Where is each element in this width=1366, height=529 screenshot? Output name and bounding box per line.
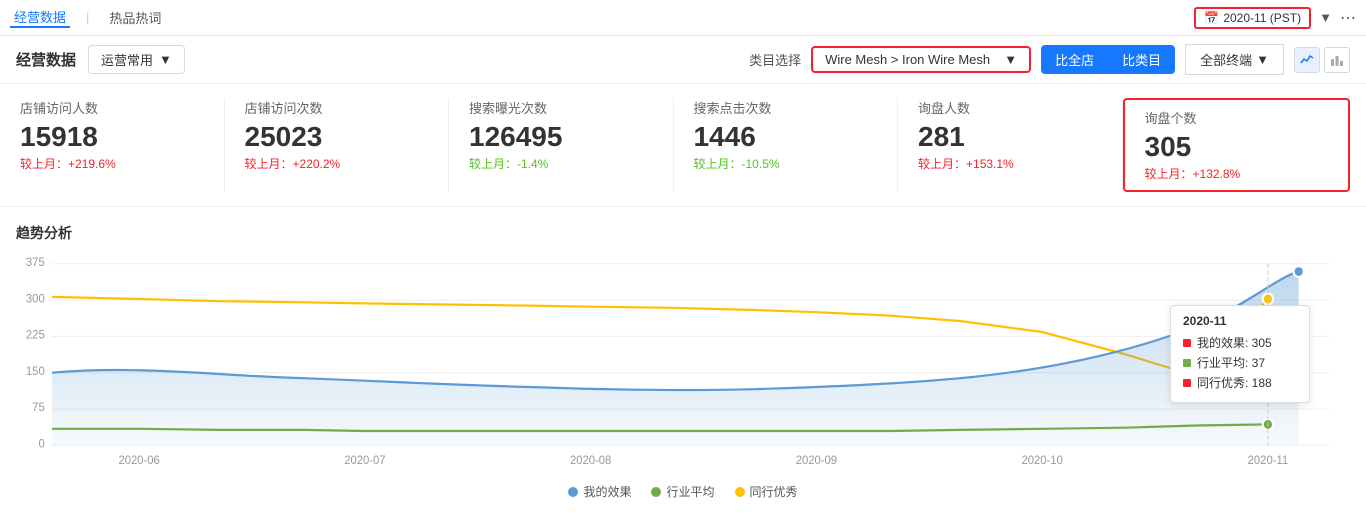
header-row: 经营数据 运营常用 ▼ 类目选择 Wire Mesh > Iron Wire M… (0, 36, 1366, 84)
header-right: 类目选择 Wire Mesh > Iron Wire Mesh ▼ 比全店 比类… (749, 44, 1350, 75)
category-selector[interactable]: Wire Mesh > Iron Wire Mesh ▼ (811, 46, 1031, 73)
metric-change-3: 较上月：-10.5% (694, 155, 878, 172)
legend-dot-1 (651, 487, 661, 497)
metric-value-4: 281 (918, 121, 1102, 153)
svg-text:150: 150 (26, 365, 45, 378)
metric-card-search-clicks: 搜索点击次数 1446 较上月：-10.5% (674, 98, 899, 192)
calendar-icon: 📅 (1204, 11, 1219, 25)
chart-section: 趋势分析 375 300 225 150 75 0 2020-06 2020-0… (0, 207, 1366, 516)
metric-value-5: 305 (1145, 131, 1329, 163)
bar-chart-view-icon[interactable] (1324, 47, 1350, 73)
metric-card-inquiry-people: 询盘人数 281 较上月：+153.1% (898, 98, 1123, 192)
tooltip-row-1: 行业平均: 37 (1183, 354, 1297, 371)
chevron-down-icon: ▼ (159, 52, 172, 67)
chevron-down-icon: ▼ (1004, 52, 1017, 67)
category-value: Wire Mesh > Iron Wire Mesh (825, 52, 998, 67)
tooltip-row-0: 我的效果: 305 (1183, 334, 1297, 351)
operation-mode-dropdown[interactable]: 运营常用 ▼ (88, 45, 185, 74)
metric-change-2: 较上月：-1.4% (469, 155, 653, 172)
view-icons (1294, 47, 1350, 73)
svg-text:2020-06: 2020-06 (118, 454, 159, 467)
tooltip-label-0: 我的效果: 305 (1197, 334, 1272, 351)
compare-store-button[interactable]: 比全店 (1041, 45, 1108, 74)
top-nav: 经营数据 | 热品热词 📅 2020-11 (PST) ▼ ⋯ (0, 0, 1366, 36)
svg-text:2020-11: 2020-11 (1248, 454, 1289, 467)
chart-title: 趋势分析 (16, 223, 1350, 243)
svg-text:375: 375 (26, 256, 45, 269)
metric-label-0: 店铺访问人数 (20, 98, 204, 117)
metric-value-3: 1446 (694, 121, 878, 153)
legend-item-1: 行业平均 (651, 483, 714, 500)
metric-label-4: 询盘人数 (918, 98, 1102, 117)
metrics-row: 店铺访问人数 15918 较上月：+219.6% 店铺访问次数 25023 较上… (0, 84, 1366, 207)
tooltip-dot-1 (1183, 359, 1191, 367)
compare-buttons: 比全店 比类目 (1041, 45, 1175, 74)
chevron-down-icon[interactable]: ▼ (1319, 10, 1332, 25)
nav-item-repinreici[interactable]: 热品热词 (105, 8, 165, 27)
trend-chart: 375 300 225 150 75 0 2020-06 2020-07 202… (16, 255, 1350, 475)
legend-dot-0 (568, 487, 578, 497)
tooltip-dot-0 (1183, 339, 1191, 347)
tooltip-label-2: 同行优秀: 188 (1197, 374, 1272, 391)
metric-card-search-impressions: 搜索曝光次数 126495 较上月：-1.4% (449, 98, 674, 192)
svg-text:2020-08: 2020-08 (570, 454, 611, 467)
metric-label-5: 询盘个数 (1145, 108, 1329, 127)
metric-change-1: 较上月：+220.2% (245, 155, 429, 172)
metric-card-visitors: 店铺访问人数 15918 较上月：+219.6% (16, 98, 225, 192)
terminal-label: 全部终端 (1200, 50, 1252, 69)
legend-label-2: 同行优秀 (750, 483, 798, 500)
metric-label-3: 搜索点击次数 (694, 98, 878, 117)
chart-legend: 我的效果 行业平均 同行优秀 (16, 483, 1350, 500)
metric-value-0: 15918 (20, 121, 204, 153)
legend-label-1: 行业平均 (666, 483, 714, 500)
metric-change-4: 较上月：+153.1% (918, 155, 1102, 172)
category-label: 类目选择 (749, 50, 801, 69)
operation-mode-label: 运营常用 (101, 50, 153, 69)
date-value: 2020-11 (PST) (1223, 11, 1301, 25)
legend-item-2: 同行优秀 (735, 483, 798, 500)
metric-label-2: 搜索曝光次数 (469, 98, 653, 117)
metric-card-inquiry-count: 询盘个数 305 较上月：+132.8% (1123, 98, 1351, 192)
page-title: 经营数据 (16, 49, 76, 70)
metric-change-0: 较上月：+219.6% (20, 155, 204, 172)
tooltip-row-2: 同行优秀: 188 (1183, 374, 1297, 391)
svg-text:75: 75 (32, 401, 45, 414)
legend-item-0: 我的效果 (568, 483, 631, 500)
tooltip-label-1: 行业平均: 37 (1197, 354, 1265, 371)
metric-value-2: 126495 (469, 121, 653, 153)
svg-text:2020-07: 2020-07 (344, 454, 385, 467)
svg-text:0: 0 (38, 437, 45, 450)
date-selector[interactable]: 📅 2020-11 (PST) (1194, 7, 1311, 29)
tooltip-dot-2 (1183, 379, 1191, 387)
metric-value-1: 25023 (245, 121, 429, 153)
tooltip-date: 2020-11 (1183, 314, 1297, 328)
metric-label-1: 店铺访问次数 (245, 98, 429, 117)
chart-container: 375 300 225 150 75 0 2020-06 2020-07 202… (16, 255, 1350, 475)
svg-text:2020-09: 2020-09 (796, 454, 837, 467)
terminal-dropdown[interactable]: 全部终端 ▼ (1185, 44, 1284, 75)
svg-text:300: 300 (26, 292, 45, 305)
nav-expand-icon[interactable]: ⋯ (1340, 8, 1356, 28)
chevron-down-icon: ▼ (1256, 52, 1269, 67)
svg-text:2020-10: 2020-10 (1021, 454, 1063, 467)
line-chart-view-icon[interactable] (1294, 47, 1320, 73)
svg-text:225: 225 (26, 328, 45, 341)
top-nav-right: 📅 2020-11 (PST) ▼ ⋯ (1194, 7, 1356, 29)
chart-tooltip: 2020-11 我的效果: 305 行业平均: 37 同行优秀: 188 (1170, 305, 1310, 403)
metric-change-5: 较上月：+132.8% (1145, 165, 1329, 182)
nav-item-jingying[interactable]: 经营数据 (10, 7, 70, 28)
legend-dot-2 (735, 487, 745, 497)
legend-label-0: 我的效果 (583, 483, 631, 500)
metric-card-visits: 店铺访问次数 25023 较上月：+220.2% (225, 98, 450, 192)
compare-category-button[interactable]: 比类目 (1108, 45, 1175, 74)
